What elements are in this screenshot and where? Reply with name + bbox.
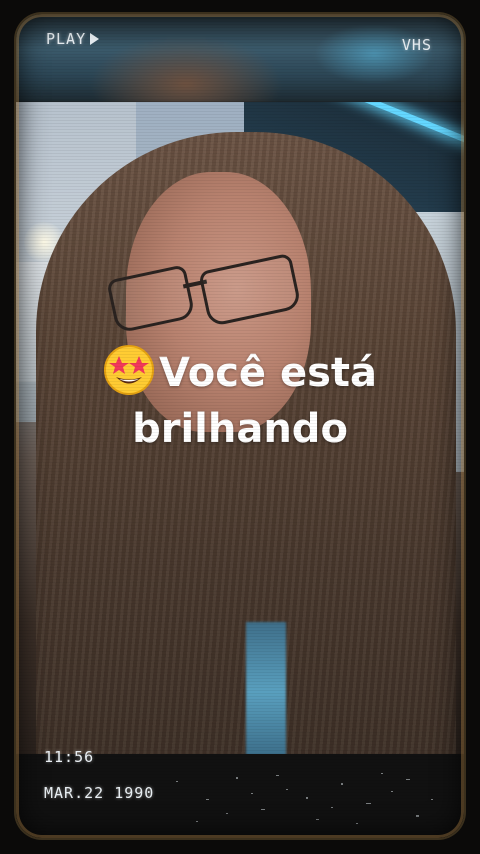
tape-noise [176, 773, 433, 824]
timestamp-date: MAR.22 1990 [44, 784, 155, 802]
eyeglasses [106, 252, 311, 334]
caption-line-1-text: Você está [158, 350, 378, 396]
play-icon [90, 33, 100, 45]
blurred-top-band [16, 14, 464, 102]
vhs-frame: Você está brilhando [16, 14, 464, 838]
video-stage: Você está brilhando PLAY VHS 11:56 MAR.2… [0, 0, 480, 854]
play-label: PLAY [46, 30, 87, 48]
star-struck-emoji-icon [103, 345, 154, 395]
caption-line-1: Você está [16, 344, 464, 401]
vhs-label: VHS [401, 36, 432, 54]
glasses-lens-right [198, 252, 302, 328]
caption-line-2: brilhando [132, 406, 348, 452]
caption: Você está brilhando [16, 344, 464, 457]
play-indicator: PLAY [46, 30, 100, 48]
timestamp-time: 11:56 [44, 748, 95, 766]
blue-scarf [246, 622, 286, 754]
glasses-lens-left [106, 264, 196, 334]
